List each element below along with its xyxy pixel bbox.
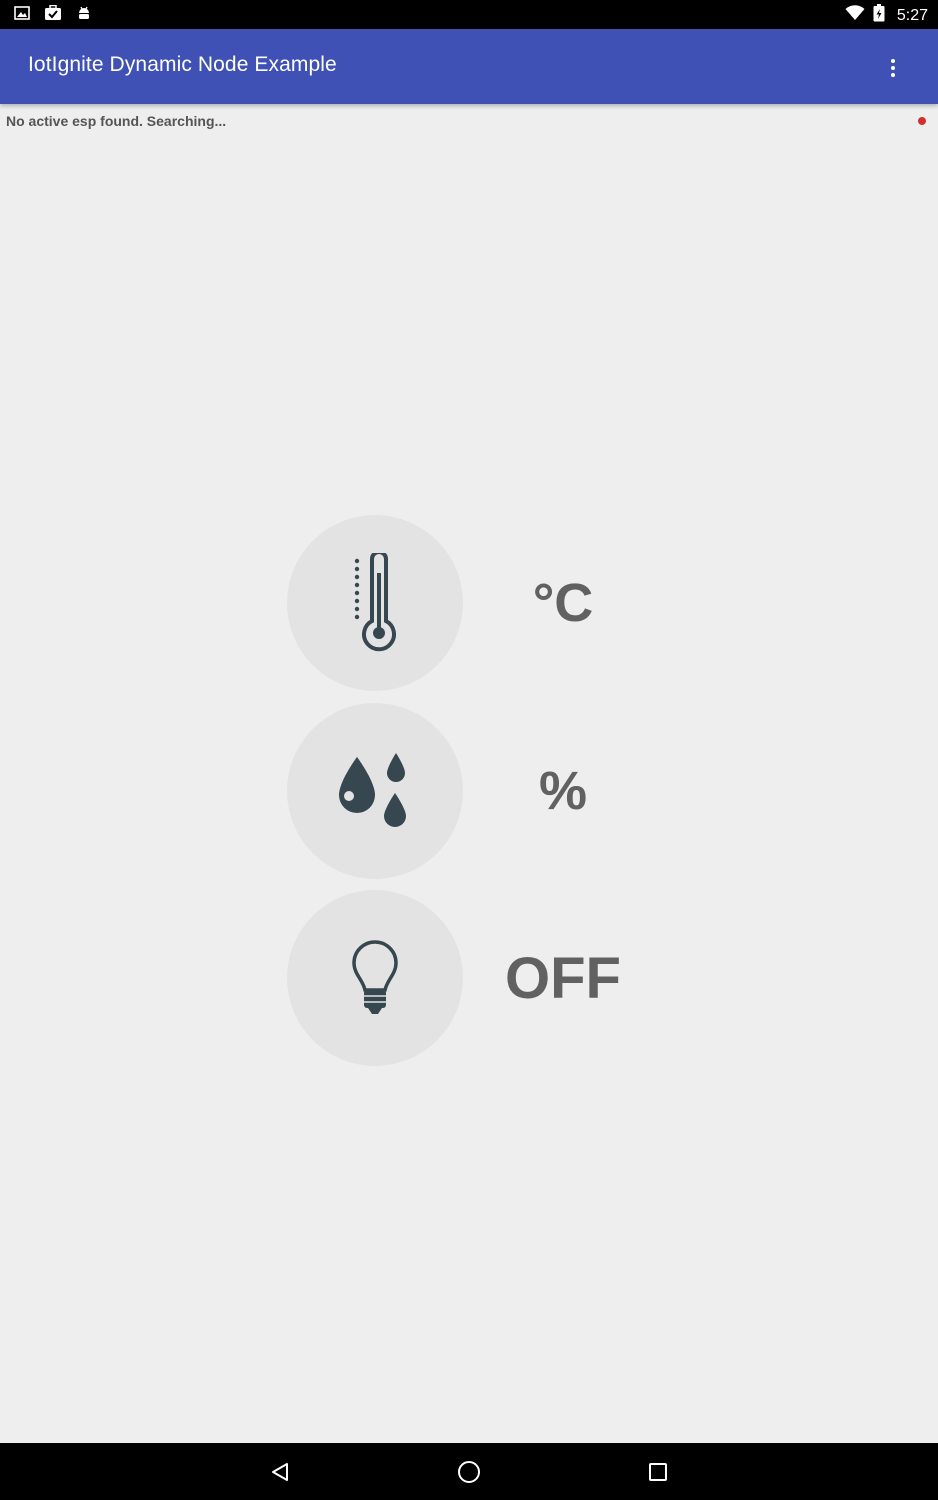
- briefcase-check-icon: [44, 5, 62, 21]
- light-row: OFF: [287, 890, 707, 1066]
- app-title: IotIgnite Dynamic Node Example: [28, 53, 337, 76]
- home-icon[interactable]: [454, 1457, 484, 1487]
- water-drops-icon: [339, 753, 406, 827]
- image-icon: [14, 5, 30, 21]
- light-value: OFF: [505, 945, 621, 1011]
- lightbulb-icon: [352, 940, 398, 1014]
- light-button[interactable]: [287, 890, 463, 1066]
- android-icon: [76, 5, 92, 21]
- temperature-value: °C: [532, 573, 594, 633]
- status-time: 5:27: [896, 6, 928, 24]
- recents-icon[interactable]: [643, 1457, 673, 1487]
- humidity-button[interactable]: [287, 703, 463, 879]
- humidity-value: %: [538, 761, 587, 821]
- temperature-row: °C: [287, 515, 707, 691]
- thermometer-icon: [354, 553, 396, 652]
- connection-indicator: [918, 117, 926, 125]
- temperature-button[interactable]: [287, 515, 463, 691]
- battery-icon: [873, 4, 885, 27]
- more-vert-icon[interactable]: [878, 53, 908, 83]
- humidity-row: %: [287, 703, 707, 879]
- wifi-icon: [845, 5, 865, 26]
- navigation-bar: [0, 1443, 938, 1500]
- back-icon[interactable]: [265, 1457, 295, 1487]
- app-bar: IotIgnite Dynamic Node Example: [0, 29, 938, 104]
- connection-status-text: No active esp found. Searching...: [6, 113, 227, 129]
- status-bar: 5:27: [0, 0, 938, 29]
